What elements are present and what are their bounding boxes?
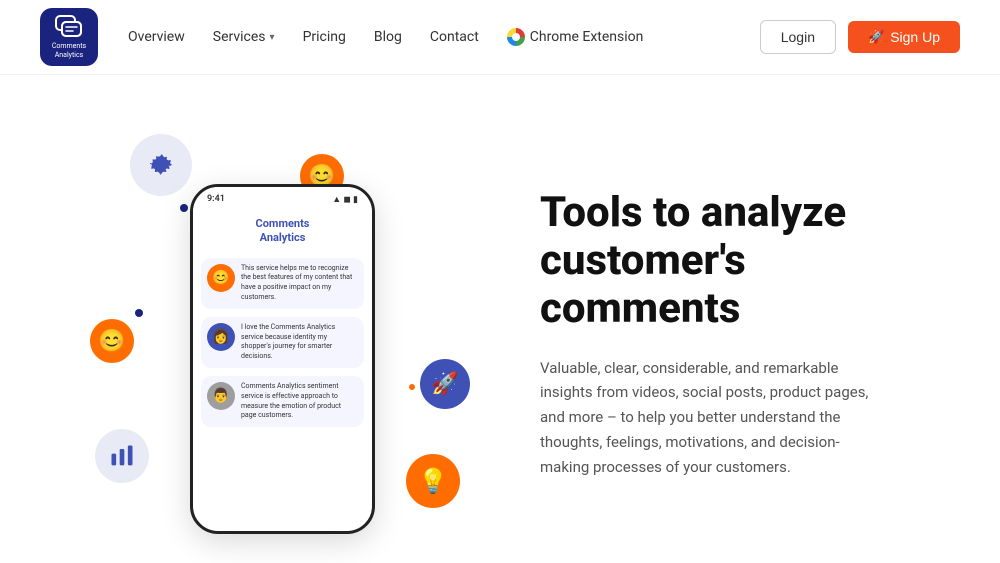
smile-left-circle: 😊 <box>90 319 134 363</box>
avatar-2: 👩 <box>207 323 235 351</box>
chart-circle <box>95 429 149 483</box>
dot-4 <box>135 309 143 317</box>
logo-icon <box>55 15 83 40</box>
phone-top-bar: 9:41 ▲ ◼ ▮ <box>193 187 372 211</box>
dot-1 <box>180 204 188 212</box>
hero-description: Valuable, clear, considerable, and remar… <box>540 356 870 480</box>
bulb-icon: 💡 <box>418 467 448 495</box>
avatar-1: 😊 <box>207 264 235 292</box>
login-button[interactable]: Login <box>760 20 836 54</box>
comment-text-1: This service helps me to recognize the b… <box>241 264 358 303</box>
chrome-icon <box>507 28 525 46</box>
phone-app-header: Comments Analytics <box>193 211 372 252</box>
smile-left-icon: 😊 <box>98 329 125 354</box>
logo-text: Comments Analytics <box>52 42 86 59</box>
comment-text-2: I love the Comments Analytics service be… <box>241 323 358 362</box>
nav-contact[interactable]: Contact <box>430 29 479 45</box>
comment-text-3: Comments Analytics sentiment service is … <box>241 382 358 421</box>
phone-content: 😊 This service helps me to recognize the… <box>193 252 372 531</box>
phone-status-icons: ▲ ◼ ▮ <box>332 194 358 205</box>
hero-section: 😊 😊 🚀 💡 9:41 ▲ ◼ ▮ <box>0 75 1000 563</box>
phone-time: 9:41 <box>207 194 225 204</box>
comment-card-2: 👩 I love the Comments Analytics service … <box>201 317 364 368</box>
gear-circle <box>130 134 192 196</box>
logo[interactable]: Comments Analytics <box>40 8 98 66</box>
dot-5 <box>409 384 415 390</box>
rocket-float-icon: 🚀 <box>431 372 458 397</box>
rocket-circle: 🚀 <box>420 359 470 409</box>
navbar: Comments Analytics Overview Services ▾ P… <box>0 0 1000 75</box>
nav-services[interactable]: Services ▾ <box>213 29 275 45</box>
rocket-icon: 🚀 <box>868 29 884 45</box>
phone-mockup: 9:41 ▲ ◼ ▮ Comments Analytics 😊 This ser… <box>190 184 375 534</box>
signup-button[interactable]: 🚀 Sign Up <box>848 21 960 53</box>
hero-visual: 😊 😊 🚀 💡 9:41 ▲ ◼ ▮ <box>80 124 500 544</box>
chevron-down-icon: ▾ <box>270 32 275 43</box>
comment-card-1: 😊 This service helps me to recognize the… <box>201 258 364 309</box>
comment-card-3: 👨 Comments Analytics sentiment service i… <box>201 376 364 427</box>
nav-buttons: Login 🚀 Sign Up <box>760 20 960 54</box>
phone-app-title: Comments Analytics <box>193 217 372 246</box>
nav-pricing[interactable]: Pricing <box>303 29 346 45</box>
gear-icon <box>146 150 176 180</box>
chart-icon <box>108 442 136 470</box>
hero-headline: Tools to analyze customer's comments <box>540 189 920 334</box>
nav-overview[interactable]: Overview <box>128 29 185 45</box>
nav-blog[interactable]: Blog <box>374 29 402 45</box>
hero-text: Tools to analyze customer's comments Val… <box>500 189 920 480</box>
nav-links: Overview Services ▾ Pricing Blog Contact… <box>128 28 760 46</box>
avatar-3: 👨 <box>207 382 235 410</box>
nav-chrome-extension[interactable]: Chrome Extension <box>507 28 644 46</box>
bulb-circle: 💡 <box>406 454 460 508</box>
